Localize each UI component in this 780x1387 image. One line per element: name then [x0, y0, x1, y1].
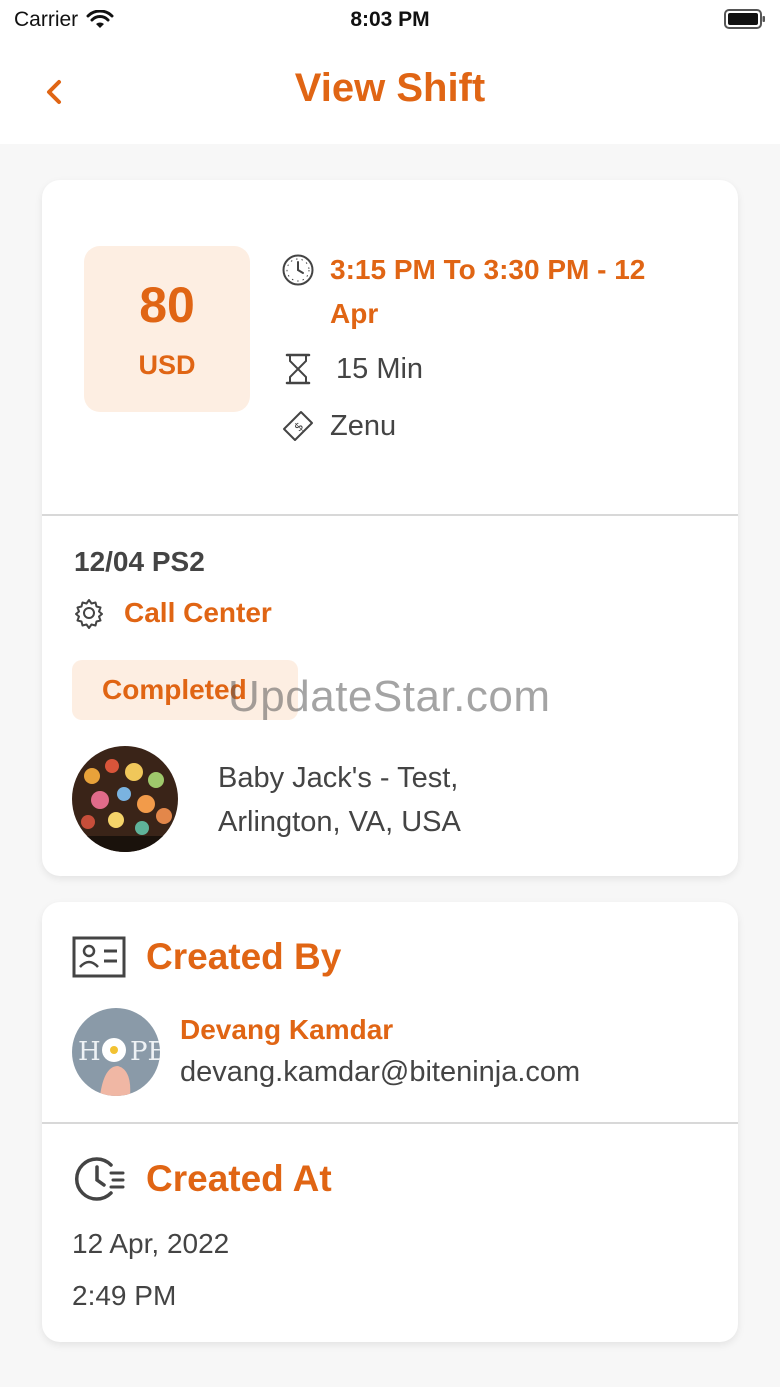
shift-company: Zenu: [330, 410, 397, 442]
clock-icon: [280, 252, 316, 288]
page-title: View Shift: [294, 66, 486, 110]
location-address: Baby Jack's - Test, Arlington, VA, USA: [218, 756, 461, 844]
id-card-icon: [72, 930, 126, 984]
location-avatar: [72, 746, 178, 852]
company-row: $ Zenu: [280, 408, 396, 444]
shift-details-card: 80 USD 3:15 PM To 3:30 PM - 12 Apr 15 Mi…: [42, 180, 738, 876]
price-box: 80 USD: [84, 246, 250, 412]
created-by-title: Created By: [146, 936, 342, 977]
clock-history-icon: [72, 1152, 126, 1206]
created-at-title: Created At: [146, 1158, 332, 1199]
location-line1: Baby Jack's - Test,: [218, 762, 459, 794]
shift-time-range: 3:15 PM To 3:30 PM - 12 Apr: [330, 254, 646, 329]
shift-duration: 15 Min: [336, 353, 424, 385]
user-avatar: H PE: [72, 1008, 160, 1096]
time-row: 3:15 PM To 3:30 PM - 12 Apr: [280, 248, 690, 336]
created-by-header: Created By: [72, 930, 341, 984]
status-badge: Completed: [72, 660, 298, 720]
department-row: Call Center: [72, 596, 272, 630]
battery-icon: [724, 9, 765, 29]
hourglass-icon: [280, 351, 316, 387]
price-amount: 80: [139, 277, 195, 333]
created-date: 12 Apr, 2022: [72, 1228, 230, 1259]
duration-row: 15 Min: [280, 351, 423, 387]
gear-icon: [72, 596, 106, 630]
svg-text:H: H: [78, 1037, 101, 1067]
divider: [42, 514, 738, 516]
created-at-header: Created At: [72, 1152, 332, 1206]
creator-name: Devang Kamdar: [180, 1014, 394, 1045]
divider: [42, 1122, 738, 1124]
shift-code: 12/04 PS2: [74, 546, 205, 577]
department-label: Call Center: [124, 597, 272, 628]
creator-email: devang.kamdar@biteninja.com: [180, 1056, 581, 1088]
creator-card: Created By H PE Devang Kamdar devang.kam…: [42, 902, 738, 1342]
status-time: 8:03 PM: [350, 8, 430, 31]
status-bar: Carrier 8:03 PM: [0, 0, 780, 40]
created-time: 2:49 PM: [72, 1280, 177, 1311]
price-currency: USD: [138, 350, 196, 380]
svg-text:PE: PE: [130, 1037, 160, 1067]
location-line2: Arlington, VA, USA: [218, 806, 461, 838]
tag-dollar-icon: $: [280, 408, 316, 444]
nav-bar: View Shift: [0, 40, 780, 144]
